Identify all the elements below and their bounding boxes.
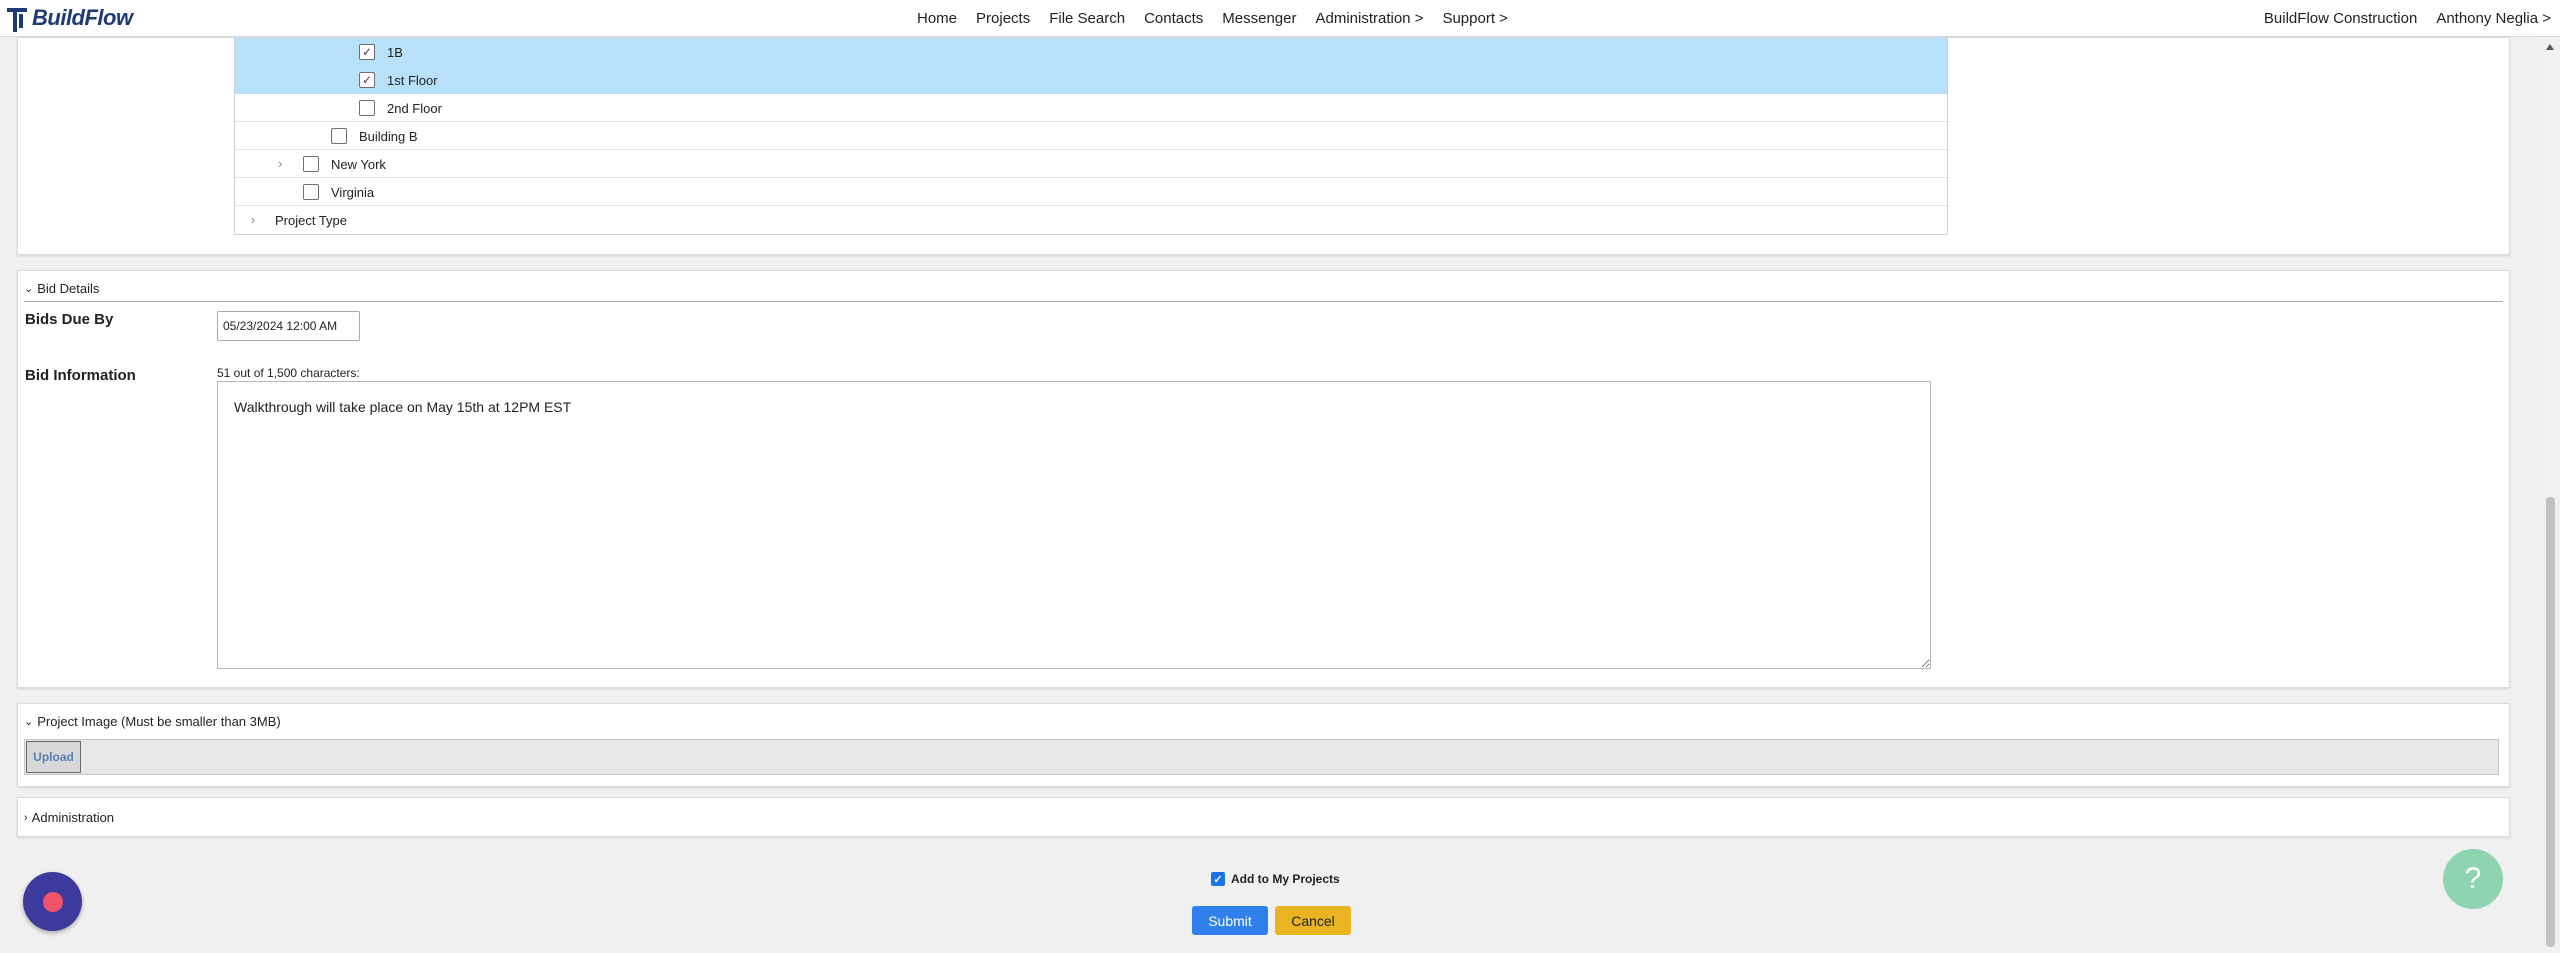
tree-row-new-york[interactable]: › New York bbox=[235, 150, 1947, 178]
character-count: 51 out of 1,500 characters: bbox=[217, 366, 360, 380]
bid-details-header[interactable]: ⌄ Bid Details bbox=[24, 281, 99, 296]
project-image-header[interactable]: ⌄ Project Image (Must be smaller than 3M… bbox=[24, 714, 281, 729]
logo-icon bbox=[5, 4, 29, 32]
add-to-projects-label: Add to My Projects bbox=[1231, 872, 1340, 886]
tree-row-virginia[interactable]: Virginia bbox=[235, 178, 1947, 206]
location-tree-card: ✓ 1B ✓ 1st Floor 2nd Floor Building B › … bbox=[17, 37, 2510, 255]
upload-button[interactable]: Upload bbox=[26, 741, 81, 773]
add-to-my-projects[interactable]: ✓ Add to My Projects bbox=[1211, 872, 1340, 886]
bids-due-date-input[interactable] bbox=[217, 311, 360, 341]
buildflow-logo[interactable]: BuildFlow bbox=[5, 2, 133, 34]
user-menu[interactable]: Anthony Neglia > bbox=[2436, 10, 2551, 27]
page-scrollbar[interactable] bbox=[2541, 37, 2560, 953]
tree-checkbox-1b[interactable]: ✓ bbox=[359, 44, 375, 60]
administration-card: › Administration bbox=[17, 797, 2510, 837]
company-menu[interactable]: BuildFlow Construction bbox=[2264, 10, 2417, 27]
section-title: Project Image (Must be smaller than 3MB) bbox=[37, 714, 281, 729]
tree-label: New York bbox=[331, 157, 386, 172]
chat-widget-button[interactable] bbox=[23, 872, 82, 931]
tree-row-building-b[interactable]: Building B bbox=[235, 122, 1947, 150]
add-to-projects-checkbox[interactable]: ✓ bbox=[1211, 872, 1225, 886]
project-image-card: ⌄ Project Image (Must be smaller than 3M… bbox=[17, 703, 2510, 787]
nav-contacts[interactable]: Contacts bbox=[1144, 10, 1203, 27]
nav-file-search[interactable]: File Search bbox=[1049, 10, 1125, 27]
section-title: Bid Details bbox=[37, 281, 100, 296]
chevron-down-icon: ⌄ bbox=[24, 283, 34, 295]
nav-support[interactable]: Support > bbox=[1442, 10, 1507, 27]
tree-label: 2nd Floor bbox=[387, 101, 442, 116]
tree-checkbox-new-york[interactable] bbox=[303, 156, 319, 172]
record-dot-icon bbox=[42, 891, 63, 912]
bid-information-label: Bid Information bbox=[25, 367, 136, 384]
bids-due-label: Bids Due By bbox=[25, 311, 114, 328]
nav-home[interactable]: Home bbox=[917, 10, 957, 27]
scroll-thumb[interactable] bbox=[2546, 497, 2555, 947]
location-tree: ✓ 1B ✓ 1st Floor 2nd Floor Building B › … bbox=[234, 38, 1948, 235]
nav-projects[interactable]: Projects bbox=[976, 10, 1030, 27]
tree-label: Project Type bbox=[275, 213, 348, 228]
tree-label: Virginia bbox=[331, 185, 375, 200]
tree-row-1st-floor[interactable]: ✓ 1st Floor bbox=[235, 66, 1947, 94]
top-nav-bar: BuildFlow Home Projects File Search Cont… bbox=[0, 0, 2560, 37]
tree-row-2nd-floor[interactable]: 2nd Floor bbox=[235, 94, 1947, 122]
section-divider bbox=[24, 301, 2503, 302]
account-nav: BuildFlow Construction Anthony Neglia > bbox=[2245, 0, 2551, 36]
main-nav: Home Projects File Search Contacts Messe… bbox=[917, 0, 1527, 36]
scroll-up-arrow-icon[interactable] bbox=[2546, 44, 2554, 50]
tree-row-project-type[interactable]: › Project Type bbox=[235, 206, 1947, 234]
nav-messenger[interactable]: Messenger bbox=[1222, 10, 1296, 27]
tree-label: 1st Floor bbox=[387, 73, 438, 88]
tree-row-1b[interactable]: ✓ 1B bbox=[235, 38, 1947, 66]
cancel-button[interactable]: Cancel bbox=[1275, 906, 1351, 935]
tree-checkbox-building-b[interactable] bbox=[331, 128, 347, 144]
chevron-right-icon: › bbox=[24, 811, 28, 824]
nav-administration[interactable]: Administration > bbox=[1315, 10, 1423, 27]
tree-checkbox-2nd-floor[interactable] bbox=[359, 100, 375, 116]
logo-text: BuildFlow bbox=[32, 5, 133, 30]
tree-label: Building B bbox=[359, 129, 418, 144]
upload-bar: Upload bbox=[24, 739, 2499, 775]
chevron-down-icon: ⌄ bbox=[24, 716, 34, 728]
bid-information-textarea[interactable]: Walkthrough will take place on May 15th … bbox=[217, 381, 1931, 669]
tree-checkbox-virginia[interactable] bbox=[303, 184, 319, 200]
bid-details-card: ⌄ Bid Details Bids Due By Bid Informatio… bbox=[17, 270, 2510, 688]
help-button[interactable]: ? bbox=[2443, 849, 2503, 909]
administration-header[interactable]: › Administration bbox=[24, 810, 114, 825]
section-title: Administration bbox=[31, 810, 115, 825]
tree-label: 1B bbox=[387, 45, 403, 60]
chevron-right-icon[interactable]: › bbox=[278, 156, 282, 171]
chevron-right-icon[interactable]: › bbox=[251, 212, 255, 227]
tree-checkbox-1st-floor[interactable]: ✓ bbox=[359, 72, 375, 88]
submit-button[interactable]: Submit bbox=[1192, 906, 1268, 935]
